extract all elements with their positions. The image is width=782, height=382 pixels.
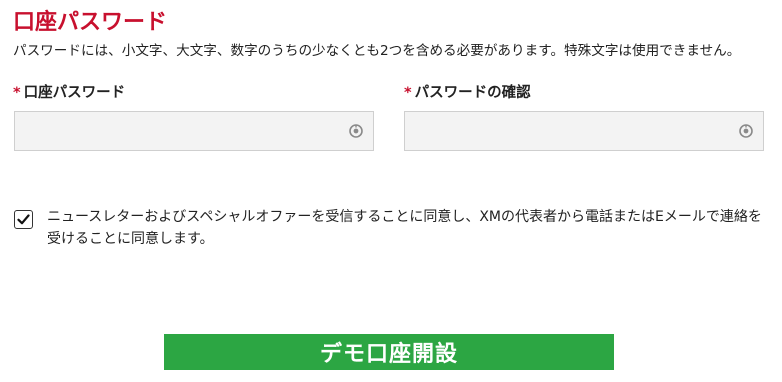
password-requirements-text: パスワードには、小文字、大文字、数字のうちの少なくとも2つを含める必要があります… xyxy=(13,43,741,59)
eye-toggle-icon[interactable] xyxy=(738,123,754,139)
open-demo-account-button[interactable]: デモ口座開設 xyxy=(164,334,614,370)
section-title: 口座パスワード xyxy=(13,10,168,35)
eye-toggle-icon[interactable] xyxy=(348,123,364,139)
password-field[interactable] xyxy=(14,111,374,151)
checkmark-icon xyxy=(17,214,30,225)
required-marker: * xyxy=(13,85,21,101)
required-marker: * xyxy=(404,85,412,101)
consent-text: ニュースレターおよびスペシャルオファーを受信することに同意し、XMの代表者から電… xyxy=(47,209,762,247)
confirm-password-label: * パスワードの確認 xyxy=(404,81,531,102)
password-label-text: 口座パスワード xyxy=(23,85,126,101)
consent-checkbox[interactable] xyxy=(14,210,33,229)
confirm-password-label-text: パスワードの確認 xyxy=(414,85,531,101)
confirm-password-input[interactable] xyxy=(405,112,763,150)
confirm-password-field[interactable] xyxy=(404,111,764,151)
password-input[interactable] xyxy=(15,112,373,150)
password-label: * 口座パスワード xyxy=(13,81,125,102)
